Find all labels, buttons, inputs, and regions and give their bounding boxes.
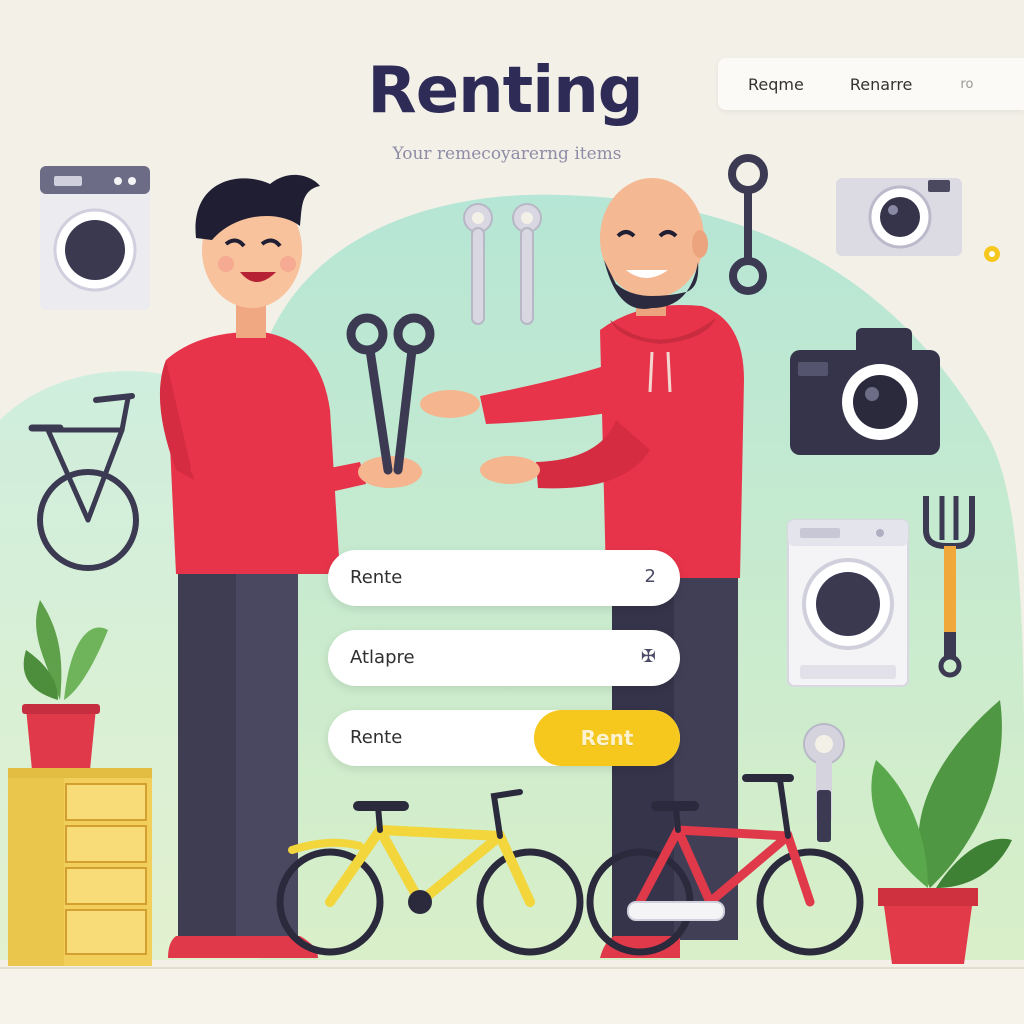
rental-address-input[interactable]: Atlapre ✠ xyxy=(328,630,680,686)
drawer-cabinet-icon xyxy=(8,768,152,966)
rental-item-input[interactable]: Rente 2 xyxy=(328,550,680,606)
expand-icon: ✠ xyxy=(640,646,656,667)
rent-button[interactable]: Rent xyxy=(534,710,680,766)
page-subtitle: Your remecoyarerng items xyxy=(392,144,622,164)
camera-icon xyxy=(836,178,962,256)
washing-machine-icon xyxy=(40,166,150,310)
rental-item-value: Rente xyxy=(350,567,403,588)
rental-address-value: Atlapre xyxy=(350,647,415,668)
nav-link-more[interactable]: ro xyxy=(960,77,973,92)
floor xyxy=(0,968,1024,1024)
renting-scene: Renting Your remecoyarerng items Reqme R… xyxy=(0,0,1024,1024)
top-navigation: Reqme Renarre ro xyxy=(718,58,1024,110)
rental-confirm-input[interactable]: Rente Rent xyxy=(328,710,680,766)
nav-link-renarre[interactable]: Renarre xyxy=(850,75,913,94)
field-suffix-icon: 2 xyxy=(644,566,656,587)
rental-confirm-value: Rente xyxy=(350,727,403,748)
nav-link-reqme[interactable]: Reqme xyxy=(748,75,804,94)
washing-machine-icon xyxy=(787,519,909,687)
page-title: Renting xyxy=(367,54,643,128)
